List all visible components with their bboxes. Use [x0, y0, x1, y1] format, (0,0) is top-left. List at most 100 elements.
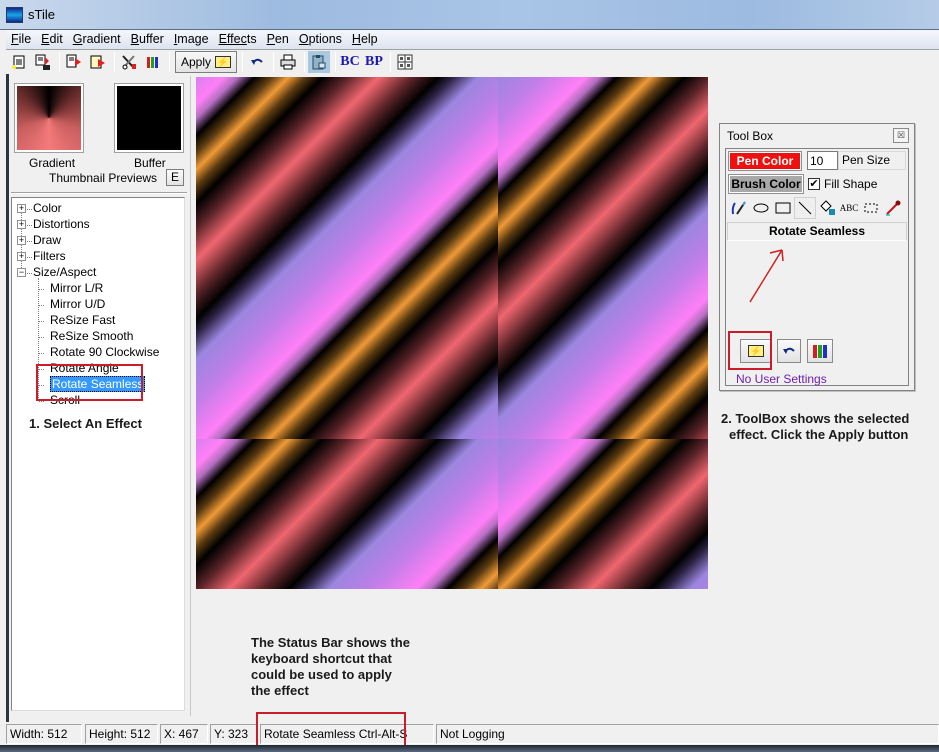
tree-category[interactable]: Color — [33, 201, 62, 216]
bc-icon[interactable]: BC — [339, 51, 361, 73]
menu-accelerator: H — [351, 32, 361, 46]
pen-size-input[interactable] — [807, 151, 838, 170]
step1-annotation: 1. Select An Effect — [29, 416, 142, 431]
menu-pen[interactable]: Pen — [262, 30, 294, 46]
bp-text: BP — [365, 54, 383, 69]
fill-shape-label: Fill Shape — [824, 177, 878, 191]
toolbar: Apply ⚡ BC BP — [6, 49, 939, 74]
tree-connector — [27, 273, 32, 274]
menu-edit[interactable]: Edit — [36, 30, 68, 46]
tree-category[interactable]: Size/Aspect — [33, 265, 96, 280]
toolbox-title: Tool Box — [727, 129, 774, 143]
brush-color-button[interactable]: Brush Color — [728, 174, 804, 194]
tree-item-label: Mirror L/R — [50, 281, 104, 295]
toolbar-separator — [114, 52, 115, 72]
print-icon[interactable] — [277, 51, 299, 73]
paste-from-buffer-icon[interactable] — [87, 51, 109, 73]
clipboard-icon[interactable] — [308, 51, 330, 73]
tree-connector — [27, 257, 32, 258]
menu-label-rest: uffer — [139, 32, 164, 46]
pen-color-button[interactable]: Pen Color — [728, 151, 802, 171]
menu-accelerator: O — [298, 32, 309, 46]
undo-icon[interactable] — [246, 51, 268, 73]
bc-text: BC — [340, 54, 360, 69]
status-bar: Width: 512 Height: 512 X: 467 Y: 323 Rot… — [6, 722, 939, 745]
save-icon[interactable] — [32, 51, 54, 73]
brush-tool-icon[interactable] — [728, 197, 750, 219]
crayons-icon[interactable] — [142, 51, 164, 73]
no-user-settings-text: No User Settings — [736, 372, 827, 386]
edit-thumbnails-button[interactable]: E — [166, 169, 184, 186]
apply-button-highlight — [728, 331, 772, 370]
menu-help[interactable]: Help — [347, 30, 383, 46]
menu-effects[interactable]: Effects — [214, 30, 262, 46]
gradient-thumbnail[interactable] — [14, 83, 84, 153]
expand-icon[interactable]: + — [17, 204, 26, 213]
tree-effect-item[interactable]: Mirror U/D — [50, 297, 105, 312]
status-logging: Not Logging — [436, 724, 939, 744]
toolbox-crayons-button[interactable] — [807, 339, 833, 363]
rectangle-tool-icon[interactable] — [772, 197, 794, 219]
menu-options[interactable]: Options — [294, 30, 347, 46]
expand-icon[interactable]: + — [17, 236, 26, 245]
fill-tool-icon[interactable] — [816, 197, 838, 219]
menu-image[interactable]: Image — [169, 30, 214, 46]
new-icon[interactable] — [8, 51, 30, 73]
tree-category[interactable]: Draw — [33, 233, 61, 248]
tree-item-label: ReSize Fast — [50, 313, 116, 327]
expand-icon[interactable]: + — [17, 252, 26, 261]
thumbnail-previews-caption: Thumbnail Previews — [49, 171, 158, 185]
status-y: Y: 323 — [210, 724, 258, 744]
menu-buffer[interactable]: Buffer — [126, 30, 169, 46]
tree-effect-item[interactable]: Rotate 90 Clockwise — [50, 345, 159, 360]
status-note-line4: the effect — [251, 683, 309, 698]
menu-label-rest: dit — [49, 32, 63, 46]
menu-label-rest: radient — [82, 32, 121, 46]
toolbar-separator — [390, 52, 391, 72]
menu-accelerator: E — [41, 32, 50, 46]
tree-connector — [27, 241, 32, 242]
menu-accelerator: P — [266, 32, 275, 46]
fill-shape-checkbox[interactable]: ✔ — [808, 178, 820, 190]
annotation-arrow — [749, 249, 784, 303]
apply-button[interactable]: Apply ⚡ — [175, 51, 237, 73]
toolbar-separator — [273, 52, 274, 72]
buffer-thumbnail[interactable] — [114, 83, 184, 153]
selection-tool-icon[interactable] — [860, 197, 882, 219]
panel-divider — [11, 192, 187, 194]
tree-category[interactable]: Distortions — [33, 217, 90, 232]
ellipse-tool-icon[interactable] — [750, 197, 772, 219]
menu-label-rest: mage — [177, 32, 209, 46]
text-tool-icon[interactable]: ABC — [838, 197, 860, 219]
undo-icon — [783, 347, 795, 354]
status-note-line2: keyboard shortcut that — [251, 651, 392, 666]
tree-item-label: Mirror U/D — [50, 297, 106, 311]
tree-effect-item[interactable]: ReSize Smooth — [50, 329, 133, 344]
menu-label-rest: ptions — [308, 32, 342, 46]
toolbar-separator — [169, 52, 170, 72]
menu-bar: File Edit Gradient Buffer Image Effects Pen Opt… — [6, 30, 939, 49]
tree-connector — [39, 337, 44, 338]
copy-to-buffer-icon[interactable] — [63, 51, 85, 73]
tree-category[interactable]: Filters — [33, 249, 66, 264]
tree-connector — [39, 401, 44, 402]
tools-icon[interactable] — [118, 51, 140, 73]
menu-accelerator: G — [72, 32, 83, 46]
eyedropper-tool-icon[interactable] — [882, 197, 904, 219]
pen-size-label: Pen Size — [838, 151, 906, 170]
expand-icon[interactable]: + — [17, 220, 26, 229]
bp-icon[interactable]: BP — [363, 51, 385, 73]
image-canvas[interactable] — [196, 77, 708, 589]
menu-label-rest: en — [274, 32, 289, 46]
line-tool-icon[interactable] — [794, 197, 816, 219]
menu-file[interactable]: File — [6, 30, 36, 46]
status-height: Height: 512 — [85, 724, 158, 744]
close-icon[interactable]: ☒ — [893, 128, 909, 143]
toolbox-undo-button[interactable] — [777, 339, 801, 363]
collapse-icon[interactable]: − — [17, 268, 26, 277]
menu-gradient[interactable]: Gradient — [68, 30, 126, 46]
tile-grid-icon[interactable] — [394, 51, 416, 73]
effects-tree[interactable]: + Color + Distortions + Draw + Filters − Size/Asp… — [11, 197, 185, 711]
tree-effect-item[interactable]: ReSize Fast — [50, 313, 115, 328]
tree-effect-item[interactable]: Mirror L/R — [50, 281, 103, 296]
